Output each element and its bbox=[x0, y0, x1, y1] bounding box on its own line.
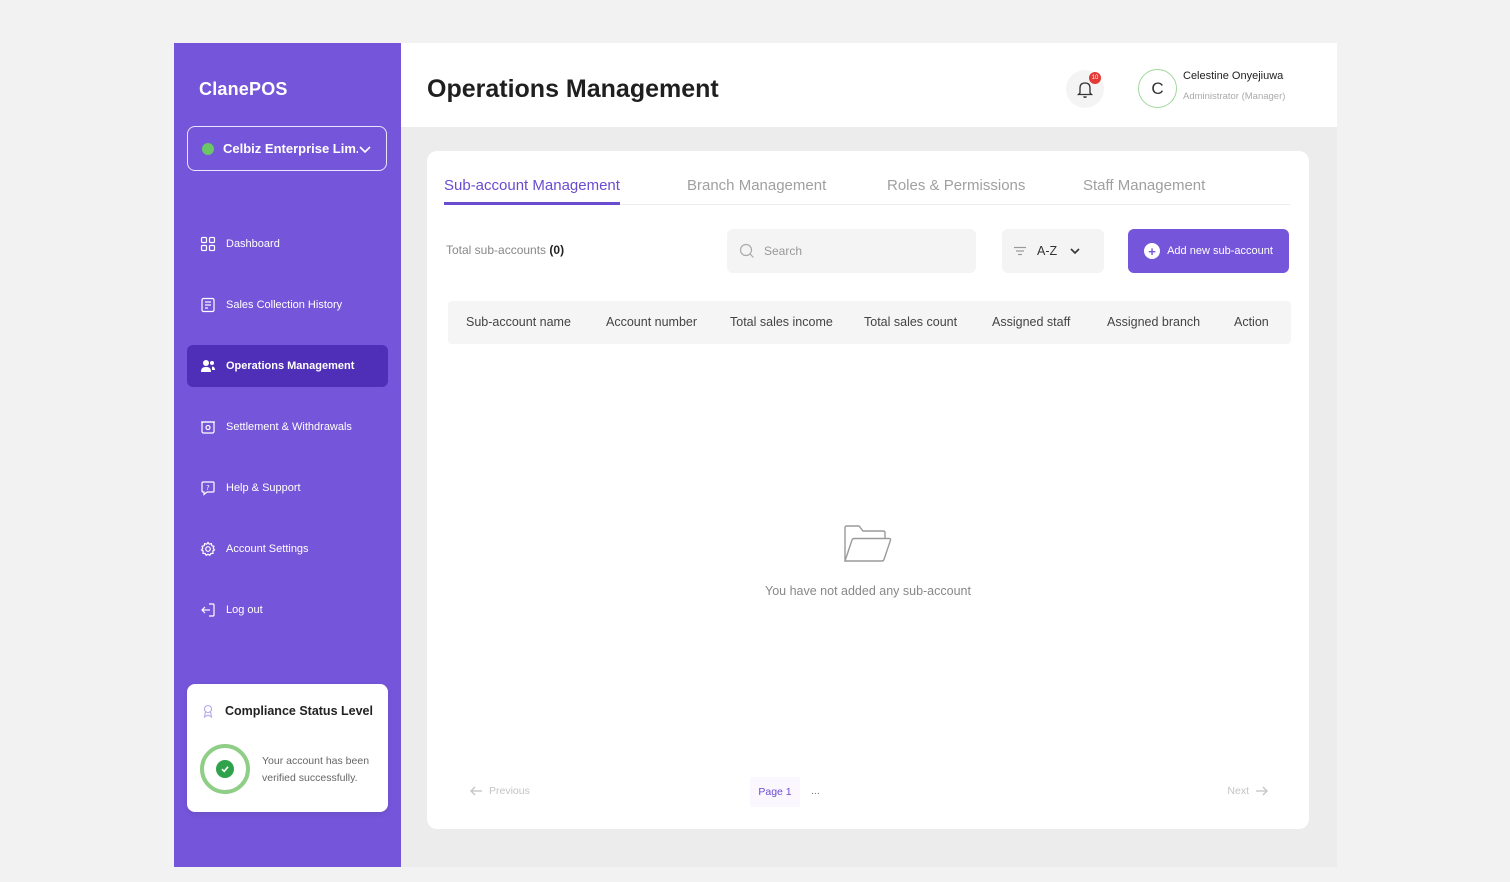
column-header: Assigned staff bbox=[992, 315, 1071, 329]
add-sub-account-button[interactable]: + Add new sub-account bbox=[1128, 229, 1289, 273]
sort-label: A-Z bbox=[1037, 244, 1058, 258]
award-icon bbox=[201, 704, 215, 718]
sidebar-item-dashboard[interactable]: Dashboard bbox=[187, 223, 388, 265]
sidebar-item-label: Operations Management bbox=[226, 360, 355, 372]
sidebar-item-help[interactable]: ? Help & Support bbox=[187, 467, 388, 509]
arrow-right-icon bbox=[1256, 786, 1268, 796]
grid-icon bbox=[200, 236, 216, 252]
compliance-header: Compliance Status Level bbox=[201, 704, 373, 718]
plus-icon: + bbox=[1144, 243, 1161, 259]
logout-icon bbox=[200, 602, 216, 618]
empty-state: You have not added any sub-account bbox=[427, 523, 1309, 598]
receipt-icon bbox=[200, 297, 216, 313]
search-input[interactable] bbox=[764, 244, 964, 258]
wallet-icon bbox=[200, 419, 216, 435]
sidebar-item-label: Sales Collection History bbox=[226, 299, 343, 311]
sort-dropdown[interactable]: A-Z bbox=[1002, 229, 1104, 273]
search-icon bbox=[739, 243, 754, 258]
column-header: Sub-account name bbox=[466, 315, 571, 329]
svg-text:?: ? bbox=[206, 484, 210, 492]
sidebar-item-settlement[interactable]: Settlement & Withdrawals bbox=[187, 406, 388, 448]
page-number[interactable]: Page 1 bbox=[750, 777, 800, 807]
column-header: Assigned branch bbox=[1107, 315, 1201, 329]
filter-icon bbox=[1014, 246, 1026, 256]
app-logo: ClanePOS bbox=[199, 79, 288, 99]
column-header: Action bbox=[1234, 315, 1269, 329]
sidebar-item-sales-history[interactable]: Sales Collection History bbox=[187, 284, 388, 326]
tab-bar: Sub-account Management Branch Management… bbox=[444, 177, 1290, 205]
top-bar: Operations Management 10 C Celestine Ony… bbox=[401, 43, 1337, 127]
compliance-card: Compliance Status Level Your account has… bbox=[187, 684, 388, 812]
business-selector[interactable]: Celbiz Enterprise Lim.. bbox=[187, 126, 387, 171]
total-label: Total sub-accounts bbox=[446, 243, 547, 257]
column-header: Total sales income bbox=[730, 315, 833, 329]
column-header: Account number bbox=[606, 315, 698, 329]
sidebar-item-logout[interactable]: Log out bbox=[187, 589, 388, 631]
tab-branch[interactable]: Branch Management bbox=[687, 177, 826, 205]
add-button-label: Add new sub-account bbox=[1167, 245, 1273, 257]
sidebar-item-operations[interactable]: Operations Management bbox=[187, 345, 388, 387]
avatar[interactable]: C bbox=[1138, 69, 1177, 108]
gear-icon bbox=[200, 541, 216, 557]
user-role: Administrator (Manager) bbox=[1183, 91, 1286, 102]
total-sub-accounts: Total sub-accounts (0) bbox=[446, 243, 564, 257]
tab-staff[interactable]: Staff Management bbox=[1083, 177, 1205, 205]
users-icon bbox=[200, 358, 216, 374]
sidebar-item-label: Log out bbox=[226, 604, 263, 616]
sidebar: ClanePOS Celbiz Enterprise Lim.. Dashboa… bbox=[174, 43, 401, 867]
folder-icon bbox=[843, 523, 893, 570]
main-content: Operations Management 10 C Celestine Ony… bbox=[401, 43, 1337, 867]
table-header: Sub-account name Account number Total sa… bbox=[448, 301, 1291, 344]
page-title: Operations Management bbox=[427, 75, 719, 103]
sidebar-item-label: Help & Support bbox=[226, 482, 301, 494]
chevron-down-icon bbox=[359, 145, 371, 153]
chevron-down-icon bbox=[1070, 248, 1080, 255]
compliance-message: Your account has been verified successfu… bbox=[262, 755, 370, 784]
page-ellipsis: ... bbox=[811, 785, 820, 797]
next-label: Next bbox=[1227, 785, 1249, 797]
total-value: (0) bbox=[549, 243, 565, 257]
content-card: Sub-account Management Branch Management… bbox=[427, 151, 1309, 829]
sidebar-item-label: Settlement & Withdrawals bbox=[226, 421, 352, 433]
search-box bbox=[727, 229, 976, 273]
previous-button[interactable]: Previous bbox=[469, 785, 530, 797]
arrow-left-icon bbox=[470, 786, 482, 796]
sidebar-item-label: Account Settings bbox=[226, 543, 309, 555]
status-dot bbox=[202, 142, 214, 155]
pagination: Previous Page 1 ... Next bbox=[427, 777, 1309, 807]
sidebar-item-account-settings[interactable]: Account Settings bbox=[187, 528, 388, 570]
empty-message: You have not added any sub-account bbox=[765, 584, 971, 598]
tab-roles[interactable]: Roles & Permissions bbox=[887, 177, 1025, 205]
verified-badge bbox=[200, 744, 250, 794]
compliance-title: Compliance Status Level bbox=[225, 704, 373, 718]
notifications-button[interactable]: 10 bbox=[1066, 70, 1104, 108]
help-chat-icon: ? bbox=[200, 480, 216, 496]
next-button[interactable]: Next bbox=[1227, 785, 1269, 797]
check-icon bbox=[216, 760, 234, 778]
previous-label: Previous bbox=[489, 785, 530, 797]
user-name: Celestine Onyejiuwa bbox=[1183, 70, 1284, 82]
column-header: Total sales count bbox=[864, 315, 958, 329]
business-name: Celbiz Enterprise Lim.. bbox=[223, 141, 358, 156]
notification-count: 10 bbox=[1089, 72, 1101, 84]
sidebar-item-label: Dashboard bbox=[226, 238, 280, 250]
tab-sub-account[interactable]: Sub-account Management bbox=[444, 177, 620, 205]
